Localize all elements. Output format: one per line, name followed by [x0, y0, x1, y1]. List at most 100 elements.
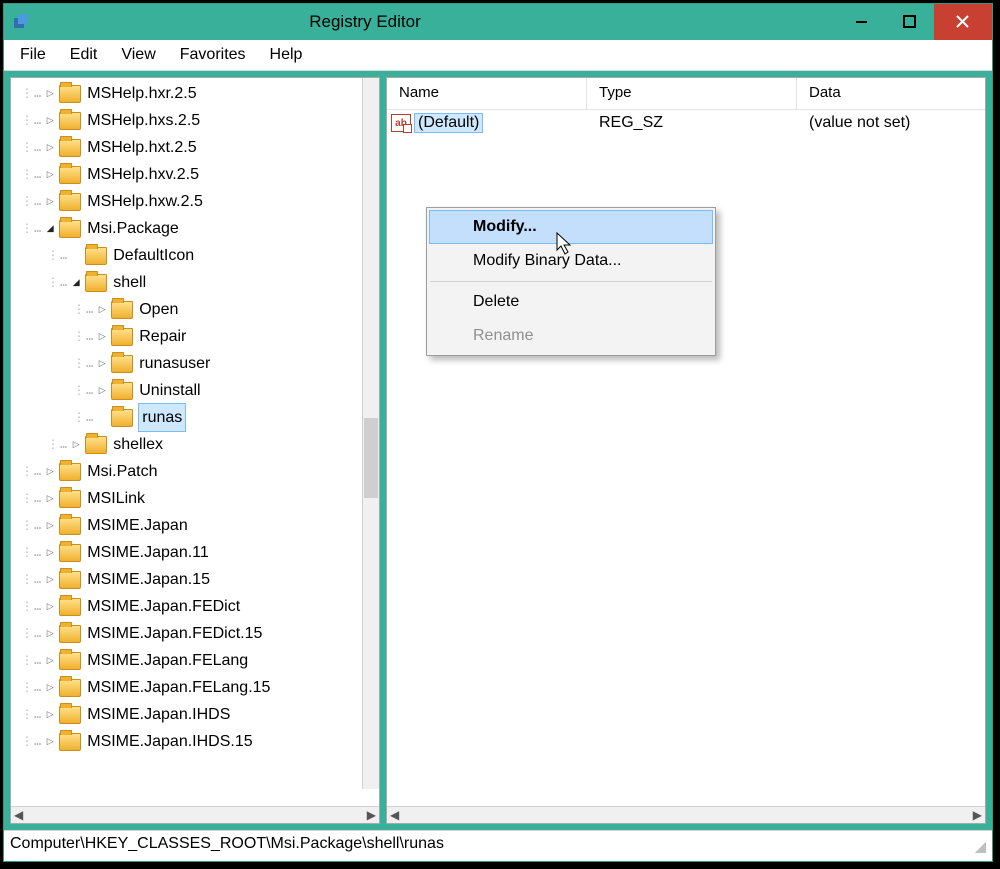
expand-icon[interactable]: ▷	[44, 628, 56, 640]
expand-icon[interactable]: ▷	[44, 88, 56, 100]
collapse-icon[interactable]: ◢	[70, 277, 82, 289]
menu-help[interactable]: Help	[260, 44, 313, 66]
tree-node[interactable]: ⋮…DefaultIcon	[13, 242, 377, 269]
expand-icon[interactable]: ▷	[44, 736, 56, 748]
menu-view[interactable]: View	[111, 44, 165, 66]
menu-file[interactable]: File	[10, 44, 56, 66]
folder-icon	[59, 220, 81, 238]
tree-node-label: MSIME.Japan.15	[87, 566, 210, 593]
tree-node[interactable]: ⋮…▷MSIME.Japan.FEDict	[13, 593, 377, 620]
string-value-icon: ab	[391, 114, 411, 132]
tree-node[interactable]: ⋮…▷MSHelp.hxt.2.5	[13, 134, 377, 161]
tree-horizontal-scrollbar[interactable]: ◀▶	[11, 806, 379, 823]
folder-icon	[59, 166, 81, 184]
tree-node[interactable]: ⋮…▷MSIME.Japan.IHDS	[13, 701, 377, 728]
menu-favorites[interactable]: Favorites	[170, 44, 256, 66]
tree-node[interactable]: ⋮…▷MSHelp.hxw.2.5	[13, 188, 377, 215]
tree-node-label: Repair	[139, 323, 186, 350]
tree-node[interactable]: ⋮…▷MSIME.Japan	[13, 512, 377, 539]
folder-icon	[59, 517, 81, 535]
expand-icon[interactable]: ▷	[44, 709, 56, 721]
tree-node[interactable]: ⋮…▷Uninstall	[13, 377, 377, 404]
tree-node-label: MSHelp.hxv.2.5	[87, 161, 199, 188]
tree-node[interactable]: ⋮…▷Repair	[13, 323, 377, 350]
tree-node[interactable]: ⋮…▷shellex	[13, 431, 377, 458]
expand-icon[interactable]: ▷	[44, 655, 56, 667]
expand-icon[interactable]: ▷	[44, 520, 56, 532]
tree-node-label: Msi.Patch	[87, 458, 157, 485]
tree-node[interactable]: ⋮…▷MSIME.Japan.IHDS.15	[13, 728, 377, 755]
tree-node[interactable]: ⋮…▷MSIME.Japan.11	[13, 539, 377, 566]
tree-node[interactable]: ⋮…▷MSILink	[13, 485, 377, 512]
tree-node-label: MSIME.Japan.FELang	[87, 647, 248, 674]
status-path: Computer\HKEY_CLASSES_ROOT\Msi.Package\s…	[10, 835, 444, 853]
minimize-button[interactable]	[838, 4, 886, 40]
maximize-button[interactable]	[886, 4, 934, 40]
close-button[interactable]	[934, 4, 992, 40]
value-name: (Default)	[415, 114, 482, 132]
column-name[interactable]: Name	[387, 78, 587, 109]
tree-node-label: MSHelp.hxr.2.5	[87, 80, 196, 107]
expand-icon[interactable]: ▷	[44, 493, 56, 505]
tree-node[interactable]: ⋮…▷MSHelp.hxs.2.5	[13, 107, 377, 134]
collapse-icon[interactable]: ◢	[44, 223, 56, 235]
expand-icon[interactable]: ▷	[44, 169, 56, 181]
tree-node-label: MSHelp.hxs.2.5	[87, 107, 200, 134]
tree-node[interactable]: ⋮…◢shell	[13, 269, 377, 296]
expand-icon[interactable]: ▷	[44, 601, 56, 613]
tree-node-label: Msi.Package	[87, 215, 179, 242]
tree-node[interactable]: ⋮…▷Open	[13, 296, 377, 323]
tree-node[interactable]: ⋮…▷MSIME.Japan.FELang.15	[13, 674, 377, 701]
titlebar[interactable]: Registry Editor	[4, 4, 992, 40]
tree-node-label: MSILink	[87, 485, 145, 512]
tree-node[interactable]: ⋮…▷runasuser	[13, 350, 377, 377]
expand-icon[interactable]: ▷	[44, 115, 56, 127]
context-modify-binary[interactable]: Modify Binary Data...	[429, 244, 713, 278]
expand-icon[interactable]: ▷	[96, 358, 108, 370]
expand-icon[interactable]: ▷	[96, 385, 108, 397]
folder-icon	[111, 409, 133, 427]
expand-icon[interactable]: ▷	[70, 439, 82, 451]
tree-node[interactable]: ⋮…▷MSIME.Japan.15	[13, 566, 377, 593]
tree-node-label: shell	[113, 269, 146, 296]
tree-node[interactable]: ⋮…▷Msi.Patch	[13, 458, 377, 485]
context-modify[interactable]: Modify...	[429, 210, 713, 244]
context-separator	[430, 281, 712, 282]
tree-node[interactable]: ⋮…runas	[13, 404, 377, 431]
tree-node[interactable]: ⋮…▷MSHelp.hxv.2.5	[13, 161, 377, 188]
folder-icon	[85, 247, 107, 265]
tree-node[interactable]: ⋮…▷MSIME.Japan.FEDict.15	[13, 620, 377, 647]
column-type[interactable]: Type	[587, 78, 797, 109]
tree-node-label: runas	[139, 404, 185, 431]
value-row[interactable]: ab(Default)REG_SZ(value not set)	[387, 110, 985, 136]
expand-icon[interactable]: ▷	[44, 682, 56, 694]
context-delete[interactable]: Delete	[429, 285, 713, 319]
menu-edit[interactable]: Edit	[60, 44, 108, 66]
tree-node[interactable]: ⋮…▷MSHelp.hxr.2.5	[13, 80, 377, 107]
context-rename: Rename	[429, 319, 713, 353]
column-data[interactable]: Data	[797, 78, 985, 109]
tree-node-label: DefaultIcon	[113, 242, 194, 269]
values-header[interactable]: Name Type Data	[387, 78, 985, 110]
expand-icon[interactable]: ▷	[96, 331, 108, 343]
tree-node-label: Uninstall	[139, 377, 200, 404]
resize-grip[interactable]	[972, 839, 986, 853]
expand-icon[interactable]: ▷	[44, 574, 56, 586]
tree-node[interactable]: ⋮…◢Msi.Package	[13, 215, 377, 242]
folder-icon	[59, 85, 81, 103]
folder-icon	[59, 679, 81, 697]
tree-vertical-scrollbar[interactable]	[362, 78, 379, 789]
registry-editor-window: Registry Editor File Edit View Favorites…	[3, 3, 993, 862]
folder-icon	[59, 733, 81, 751]
expand-icon[interactable]: ▷	[44, 547, 56, 559]
values-panel: Name Type Data ab(Default)REG_SZ(value n…	[386, 77, 986, 824]
expand-icon[interactable]: ▷	[44, 196, 56, 208]
values-horizontal-scrollbar[interactable]: ◀▶	[387, 806, 985, 823]
folder-icon	[111, 382, 133, 400]
expand-icon[interactable]: ▷	[96, 304, 108, 316]
registry-tree[interactable]: ⋮…▷MSHelp.hxr.2.5⋮…▷MSHelp.hxs.2.5⋮…▷MSH…	[11, 78, 379, 757]
expand-icon[interactable]: ▷	[44, 466, 56, 478]
no-toggle-icon	[96, 412, 108, 424]
tree-node[interactable]: ⋮…▷MSIME.Japan.FELang	[13, 647, 377, 674]
expand-icon[interactable]: ▷	[44, 142, 56, 154]
